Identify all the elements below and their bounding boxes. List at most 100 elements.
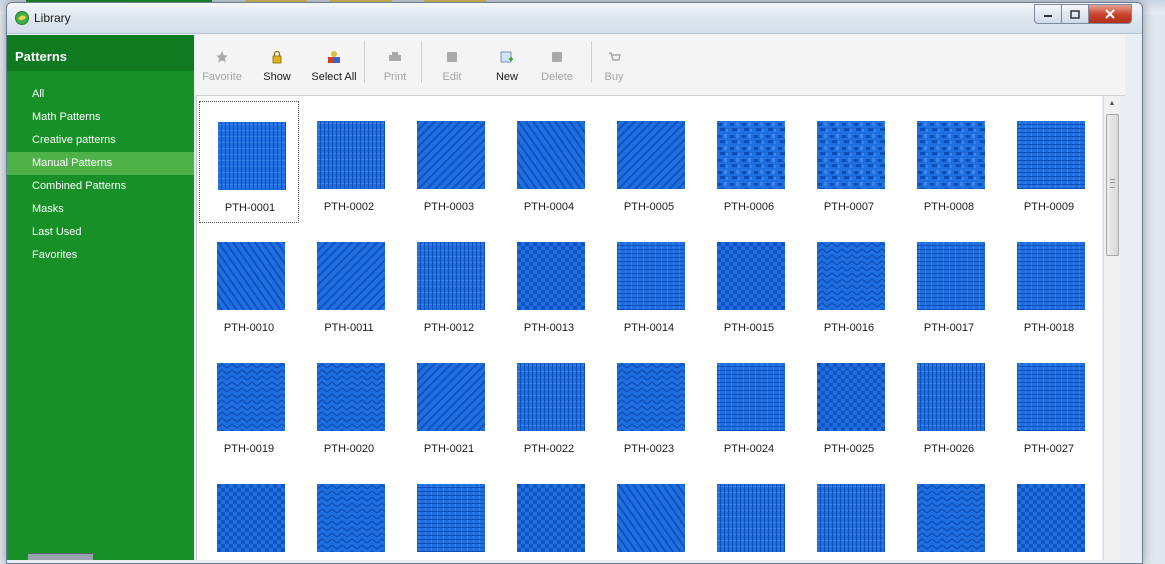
pattern-tile[interactable] [299, 464, 399, 560]
library-app-icon [15, 11, 29, 25]
sidebar-item-creative-patterns[interactable]: Creative patterns [7, 129, 194, 152]
star-icon [216, 51, 228, 63]
pattern-tile[interactable] [599, 464, 699, 560]
select-all-button[interactable]: Select All [304, 35, 364, 93]
pattern-tile[interactable]: PTH-0005 [599, 101, 699, 223]
pattern-swatch [317, 242, 385, 310]
pattern-swatch [717, 121, 785, 189]
pattern-tile[interactable] [799, 464, 899, 560]
pattern-tile[interactable]: PTH-0006 [699, 101, 799, 223]
pattern-tile[interactable]: PTH-0004 [499, 101, 599, 223]
sidebar-item-last-used[interactable]: Last Used [7, 221, 194, 244]
pattern-tile[interactable]: PTH-0027 [999, 343, 1099, 465]
pattern-tile[interactable]: PTH-0014 [599, 222, 699, 344]
pattern-tile[interactable]: PTH-0011 [299, 222, 399, 344]
delete-button[interactable]: Delete [536, 35, 578, 93]
show-button[interactable]: Show [254, 35, 300, 93]
toolbar-button-label: Edit [442, 71, 462, 83]
sidebar-item-all[interactable]: All [7, 83, 194, 106]
pattern-tile[interactable] [999, 464, 1099, 560]
title-bar: Library [7, 3, 1142, 34]
scroll-thumb[interactable] [1106, 114, 1119, 256]
sidebar-item-math-patterns[interactable]: Math Patterns [7, 106, 194, 129]
patterns-sidebar: Patterns All Math Patterns Creative patter… [7, 35, 194, 560]
pattern-tile[interactable]: PTH-0003 [399, 101, 499, 223]
pattern-tile[interactable] [699, 464, 799, 560]
pattern-label: PTH-0023 [623, 443, 675, 455]
buy-button[interactable]: Buy [596, 35, 632, 93]
pattern-tile[interactable] [499, 464, 599, 560]
pattern-tile[interactable]: PTH-0008 [899, 101, 999, 223]
pattern-tile[interactable]: PTH-0015 [699, 222, 799, 344]
pattern-tile[interactable]: PTH-0001 [199, 101, 299, 223]
sidebar-item-favorites[interactable]: Favorites [7, 244, 194, 267]
pattern-label: PTH-0013 [523, 322, 575, 334]
pattern-tile[interactable]: PTH-0013 [499, 222, 599, 344]
sidebar-header: Patterns [7, 35, 194, 71]
pattern-swatch [1017, 242, 1085, 310]
pattern-tile[interactable]: PTH-0020 [299, 343, 399, 465]
pattern-tile[interactable]: PTH-0007 [799, 101, 899, 223]
close-icon [1105, 9, 1115, 19]
edit-icon [447, 52, 457, 62]
window-controls [1034, 4, 1132, 24]
pattern-swatch [817, 242, 885, 310]
pattern-swatch [717, 242, 785, 310]
sidebar-item-combined-patterns[interactable]: Combined Patterns [7, 175, 194, 198]
toolbar-button-label: Buy [604, 71, 624, 83]
toolbar-button-label: Select All [311, 71, 357, 83]
pattern-label: PTH-0027 [1023, 443, 1075, 455]
pattern-swatch [417, 484, 485, 552]
close-button[interactable] [1088, 4, 1132, 24]
toolbar-separator [364, 41, 365, 83]
pattern-tile[interactable] [399, 464, 499, 560]
print-button[interactable]: Print [376, 35, 414, 93]
pattern-label: PTH-0007 [823, 201, 875, 213]
scroll-up-icon[interactable]: ▲ [1104, 96, 1120, 112]
pattern-swatch [217, 484, 285, 552]
minimize-button[interactable] [1034, 4, 1061, 24]
sidebar-item-manual-patterns[interactable]: Manual Patterns [7, 152, 194, 175]
pattern-tile[interactable]: PTH-0021 [399, 343, 499, 465]
window-title: Library [34, 11, 71, 25]
pattern-tile[interactable]: PTH-0023 [599, 343, 699, 465]
sidebar-item-masks[interactable]: Masks [7, 198, 194, 221]
new-button[interactable]: New [488, 35, 526, 93]
pattern-swatch [617, 242, 685, 310]
pattern-tile[interactable]: PTH-0019 [199, 343, 299, 465]
pattern-swatch [417, 121, 485, 189]
pattern-tile[interactable]: PTH-0012 [399, 222, 499, 344]
pattern-swatch [717, 363, 785, 431]
pattern-tile[interactable]: PTH-0017 [899, 222, 999, 344]
edit-button[interactable]: Edit [434, 35, 470, 93]
scroll-grip-icon [1110, 179, 1115, 188]
pattern-swatch [517, 242, 585, 310]
maximize-button[interactable] [1061, 4, 1088, 24]
pattern-tile[interactable]: PTH-0016 [799, 222, 899, 344]
favorite-button[interactable]: Favorite [200, 35, 244, 93]
toolbar-separator [421, 41, 422, 83]
pattern-tile[interactable]: PTH-0009 [999, 101, 1099, 223]
pattern-tile[interactable]: PTH-0002 [299, 101, 399, 223]
new-icon [500, 51, 513, 63]
pattern-label: PTH-0012 [423, 322, 475, 334]
pattern-label: PTH-0020 [323, 443, 375, 455]
vertical-scrollbar[interactable]: ▲ [1103, 96, 1120, 560]
pattern-label: PTH-0011 [324, 322, 374, 334]
pattern-tile[interactable]: PTH-0026 [899, 343, 999, 465]
pattern-tile[interactable]: PTH-0022 [499, 343, 599, 465]
pattern-label: PTH-0010 [223, 322, 275, 334]
pattern-label: PTH-0019 [223, 443, 275, 455]
pattern-swatch [1017, 363, 1085, 431]
pattern-tile[interactable]: PTH-0018 [999, 222, 1099, 344]
pattern-tile[interactable] [899, 464, 999, 560]
pattern-label: PTH-0018 [1023, 322, 1075, 334]
lock-icon [272, 50, 282, 64]
toolbar-button-label: New [495, 71, 518, 83]
pattern-tile[interactable]: PTH-0025 [799, 343, 899, 465]
pattern-tile[interactable] [199, 464, 299, 560]
pattern-tile[interactable]: PTH-0024 [699, 343, 799, 465]
pattern-swatch [217, 363, 285, 431]
pattern-tile[interactable]: PTH-0010 [199, 222, 299, 344]
pattern-swatch [617, 484, 685, 552]
